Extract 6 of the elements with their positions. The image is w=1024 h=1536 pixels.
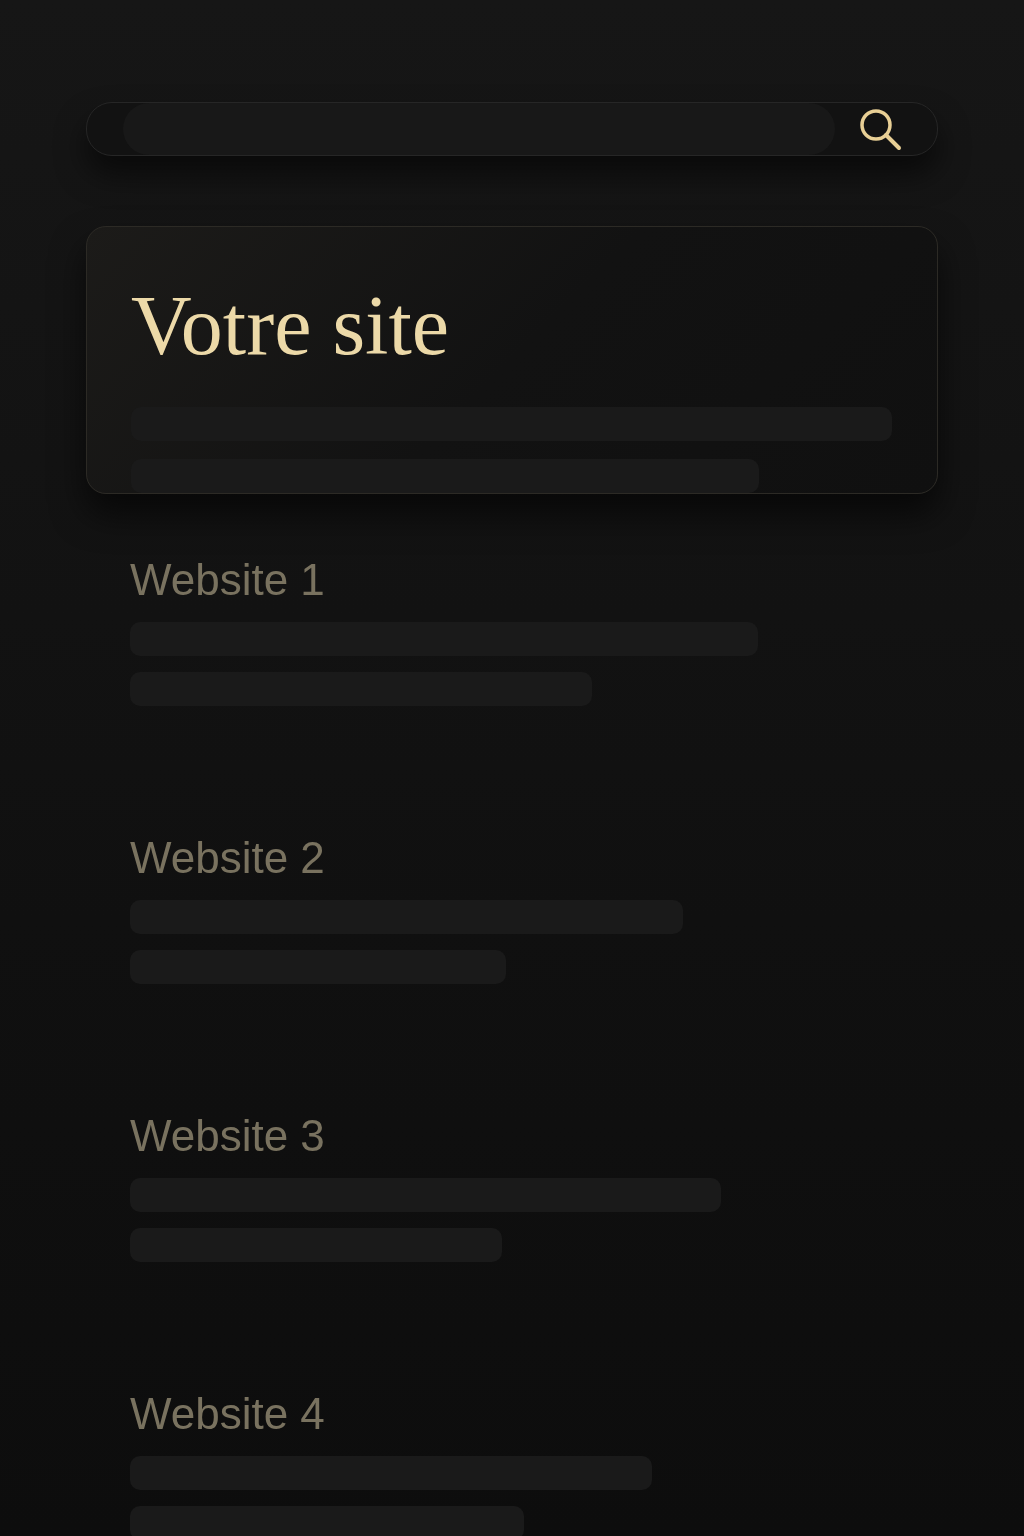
result-title[interactable]: Website 1 — [130, 554, 325, 606]
search-icon[interactable] — [857, 106, 903, 152]
result-title[interactable]: Website 2 — [130, 832, 325, 884]
result-title[interactable]: Website 4 — [130, 1388, 325, 1440]
result-title[interactable]: Website 3 — [130, 1110, 325, 1162]
site-title: Votre site — [131, 278, 450, 374]
